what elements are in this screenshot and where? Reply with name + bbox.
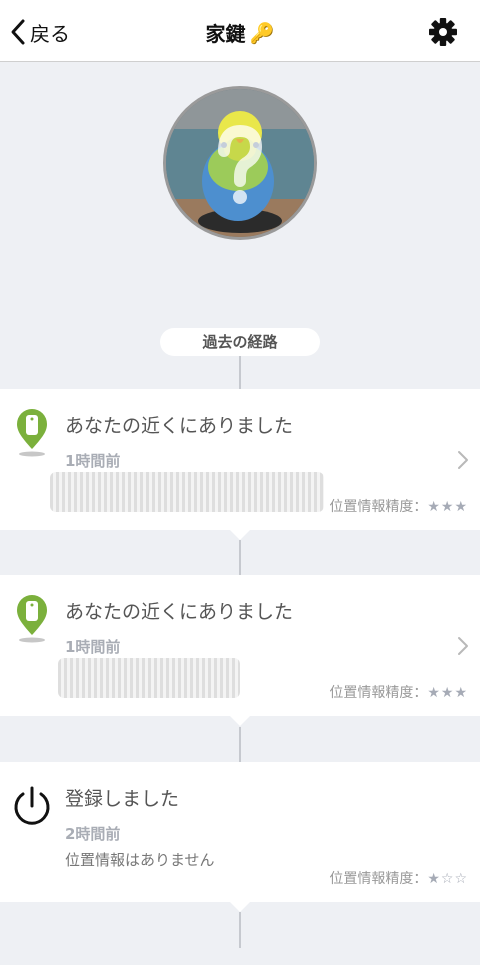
map-pin-icon (14, 593, 50, 643)
timeline-connector (239, 356, 241, 389)
power-icon (10, 784, 54, 828)
navigation-bar: 戻る 家鍵 🔑 (0, 0, 480, 62)
chevron-right-icon[interactable] (456, 635, 470, 657)
card-notch (230, 902, 250, 912)
history-label: 過去の経路 (160, 328, 320, 356)
question-mark-icon (218, 124, 263, 204)
accuracy-stars: ★★★ (427, 685, 468, 701)
card-time: 1時間前 (65, 452, 121, 470)
accuracy-stars: ★★★ (427, 499, 468, 515)
timeline-connector (239, 912, 241, 948)
gear-icon (429, 18, 457, 46)
key-icon: 🔑 (249, 20, 275, 45)
history-card[interactable]: あなたの近くにありました 1時間前 位置情報精度：★★★ (0, 389, 480, 540)
address-blurred (58, 658, 240, 698)
chevron-right-icon[interactable] (456, 449, 470, 471)
timeline-connector (239, 540, 241, 575)
card-title: あなたの近くにありました (65, 601, 294, 623)
page-title: 家鍵 🔑 (0, 18, 480, 47)
timeline-connector (239, 727, 241, 762)
map-pin-icon (14, 407, 50, 457)
accuracy-label: 位置情報精度： (329, 499, 428, 515)
location-accuracy: 位置情報精度：★★★ (329, 496, 468, 516)
accuracy-stars: ★☆☆ (427, 871, 468, 887)
card-title: 登録しました (65, 788, 180, 810)
card-notch (230, 530, 250, 540)
accuracy-label: 位置情報精度： (329, 685, 428, 701)
page-title-text: 家鍵 (205, 22, 246, 46)
card-title: あなたの近くにありました (65, 415, 294, 437)
history-card[interactable]: 登録しました 2時間前 位置情報はありません 位置情報精度：★☆☆ (0, 762, 480, 912)
location-accuracy: 位置情報精度：★★★ (329, 682, 468, 702)
settings-button[interactable] (428, 17, 458, 47)
history-card[interactable]: あなたの近くにありました 1時間前 位置情報精度：★★★ (0, 575, 480, 726)
accuracy-label: 位置情報精度： (329, 871, 428, 887)
card-notch (230, 716, 250, 726)
address-blurred (50, 472, 324, 512)
card-time: 1時間前 (65, 638, 121, 656)
item-avatar[interactable] (163, 86, 317, 240)
card-note: 位置情報はありません (65, 851, 215, 869)
card-time: 2時間前 (65, 825, 121, 843)
location-accuracy: 位置情報精度：★☆☆ (329, 868, 468, 888)
